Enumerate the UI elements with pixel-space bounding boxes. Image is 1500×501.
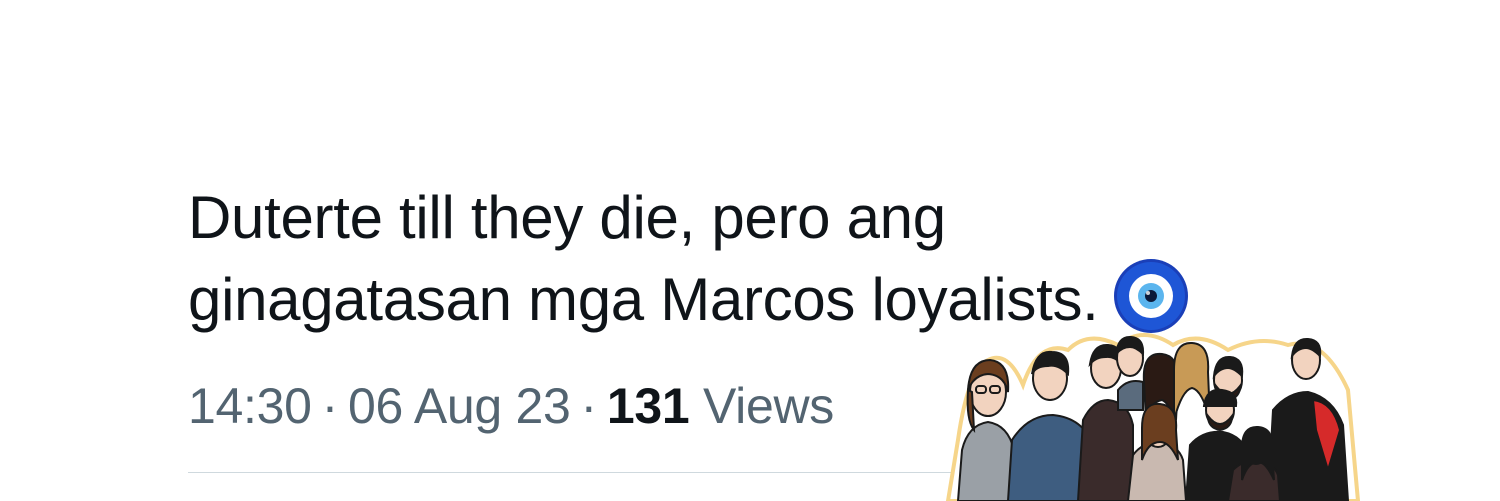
tweet-meta: 14:30 · 06 Aug 23 · 131 Views bbox=[188, 378, 834, 434]
tweet-date[interactable]: 06 Aug 23 bbox=[348, 378, 571, 434]
tweet-text-line-2-content: ginagatasan mga Marcos loyalists. bbox=[188, 266, 1099, 333]
divider bbox=[188, 472, 988, 473]
meta-separator: · bbox=[321, 378, 339, 434]
nazar-amulet-icon bbox=[1113, 259, 1188, 333]
tweet-detail-view: Duterte till they die, pero ang ginagata… bbox=[0, 0, 1500, 501]
views-count[interactable]: 131 bbox=[607, 378, 690, 434]
tweet-text-line-2: ginagatasan mga Marcos loyalists. bbox=[188, 258, 1288, 340]
meta-separator: · bbox=[580, 378, 598, 434]
tweet-text-line-1: Duterte till they die, pero ang bbox=[188, 184, 946, 251]
views-label[interactable]: Views bbox=[703, 378, 834, 434]
group-of-people-sticker bbox=[945, 333, 1361, 501]
tweet-time[interactable]: 14:30 bbox=[188, 378, 312, 434]
tweet-text: Duterte till they die, pero ang ginagata… bbox=[188, 178, 1288, 340]
